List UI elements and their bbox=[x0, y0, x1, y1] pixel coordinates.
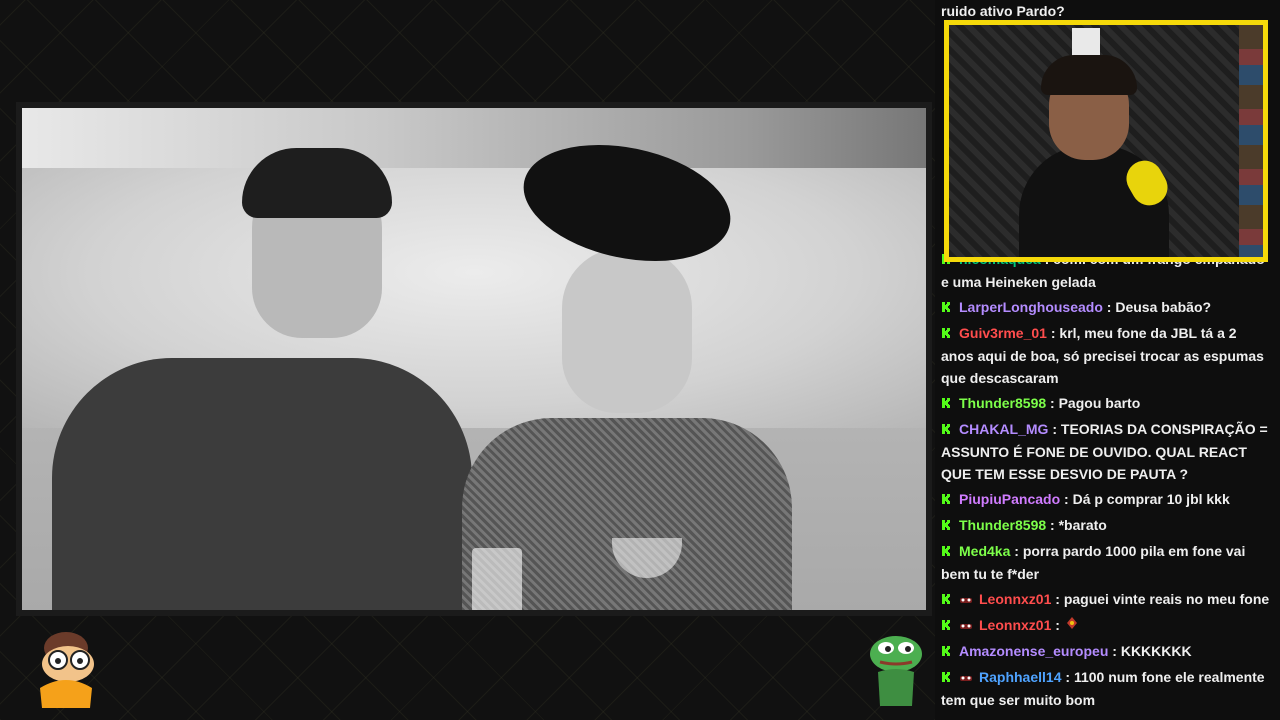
kick-logo-icon bbox=[941, 393, 953, 415]
kick-logo-icon bbox=[941, 419, 953, 441]
chat-separator: : bbox=[1102, 299, 1116, 315]
chat-emote-icon bbox=[1064, 615, 1080, 637]
black-and-white-photo bbox=[22, 108, 926, 610]
chat-username[interactable]: PiupiuPancado bbox=[959, 491, 1060, 507]
sub-badge-icon bbox=[959, 589, 973, 611]
chat-text: *barato bbox=[1058, 517, 1107, 533]
kick-logo-icon bbox=[941, 297, 953, 319]
stream-stage bbox=[0, 0, 935, 720]
sub-badge-icon bbox=[959, 667, 973, 689]
sub-badge-icon bbox=[959, 615, 973, 637]
kick-logo-icon bbox=[941, 515, 953, 537]
kick-logo-icon bbox=[941, 489, 953, 511]
chat-separator: : bbox=[1010, 543, 1023, 559]
chat-username[interactable]: CHAKAL_MG bbox=[959, 421, 1048, 437]
chat-separator: : bbox=[1060, 491, 1073, 507]
kick-logo-icon bbox=[941, 667, 953, 689]
chat-message: Leonnxz01 : paguei vinte reais no meu fo… bbox=[941, 588, 1273, 611]
chat-text: ruido ativo Pardo? bbox=[941, 3, 1065, 19]
chat-message: LarperLonghouseado : Deusa babão? bbox=[941, 296, 1273, 319]
chat-message: Thunder8598 : *barato bbox=[941, 514, 1273, 537]
chat-separator: : bbox=[1046, 517, 1059, 533]
cartoon-glasses-emote-icon bbox=[40, 632, 94, 708]
chat-message: Guiv3rme_01 : krl, meu fone da JBL tá a … bbox=[941, 322, 1273, 389]
chat-message: ruido ativo Pardo? bbox=[941, 0, 1273, 22]
chat-text: KKKKKKK bbox=[1120, 643, 1192, 659]
chat-message: Med4ka : porra pardo 1000 pila em fone v… bbox=[941, 540, 1273, 585]
kick-logo-icon bbox=[941, 641, 953, 663]
chat-username[interactable]: Med4ka bbox=[959, 543, 1010, 559]
chat-username[interactable]: Thunder8598 bbox=[959, 517, 1046, 533]
chat-separator: : bbox=[1051, 617, 1064, 633]
chat-username[interactable]: Thunder8598 bbox=[959, 395, 1046, 411]
chat-message: CHAKAL_MG : TEORIAS DA CONSPIRAÇÃO = ASS… bbox=[941, 418, 1273, 485]
chat-separator: : bbox=[1048, 421, 1061, 437]
chat-message: Thunder8598 : Pagou barto bbox=[941, 392, 1273, 415]
chat-separator: : bbox=[1061, 669, 1074, 685]
reaction-photo bbox=[16, 102, 932, 616]
chat-message: Raphhaell14 : 1100 num fone ele realment… bbox=[941, 666, 1273, 711]
kick-logo-icon bbox=[941, 323, 953, 345]
chat-message: PiupiuPancado : Dá p comprar 10 jbl kkk bbox=[941, 488, 1273, 511]
kick-logo-icon bbox=[941, 541, 953, 563]
chat-username[interactable]: Amazonense_europeu bbox=[959, 643, 1108, 659]
chat-text: Dá p comprar 10 jbl kkk bbox=[1072, 491, 1230, 507]
chat-separator: : bbox=[1046, 325, 1060, 341]
webcam-overlay bbox=[944, 20, 1268, 262]
chat-separator: : bbox=[1051, 591, 1064, 607]
chat-separator: : bbox=[1108, 643, 1121, 659]
chat-separator: : bbox=[1046, 395, 1059, 411]
chat-message: Amazonense_europeu : KKKKKKK bbox=[941, 640, 1273, 663]
chat-message: Leonnxz01 : bbox=[941, 614, 1273, 637]
chat-username[interactable]: LarperLonghouseado bbox=[959, 299, 1103, 315]
chat-username[interactable]: Guiv3rme_01 bbox=[959, 325, 1047, 341]
kick-logo-icon bbox=[941, 589, 953, 611]
chat-text: Deusa babão? bbox=[1115, 299, 1212, 315]
chat-text: paguei vinte reais no meu fone bbox=[1063, 591, 1270, 607]
chat-username[interactable]: Raphhaell14 bbox=[979, 669, 1061, 685]
chat-username[interactable]: Leonnxz01 bbox=[979, 617, 1051, 633]
pepe-frog-emote-icon bbox=[870, 636, 922, 706]
bookshelf bbox=[1239, 25, 1263, 257]
chat-text: Pagou barto bbox=[1058, 395, 1141, 411]
chat-username[interactable]: Leonnxz01 bbox=[979, 591, 1051, 607]
kick-logo-icon bbox=[941, 615, 953, 637]
